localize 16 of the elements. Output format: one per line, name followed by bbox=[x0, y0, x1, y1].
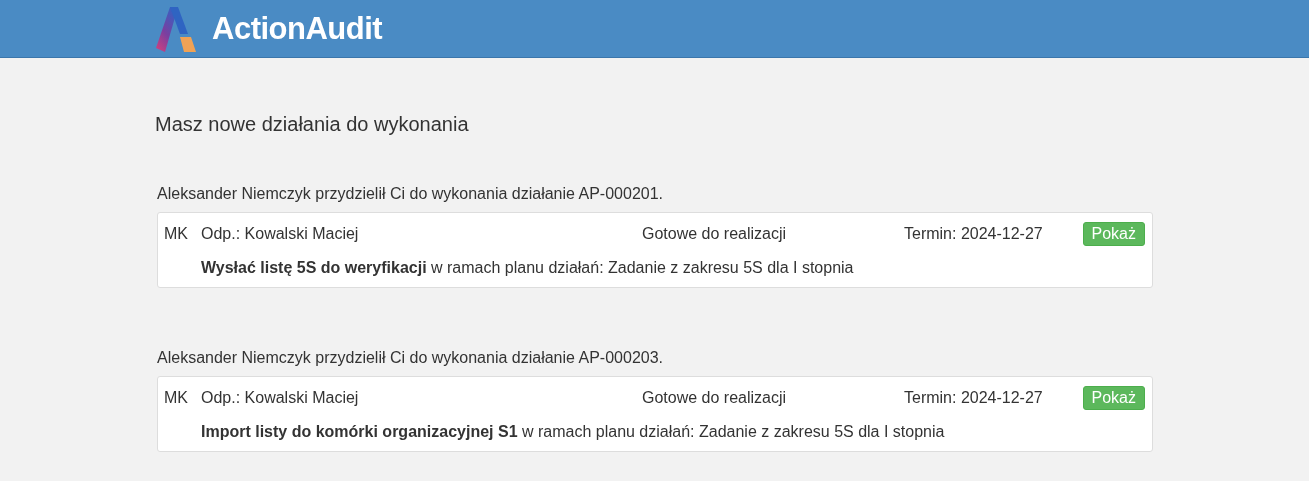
show-button[interactable]: Pokaż bbox=[1082, 222, 1145, 246]
action-description: Wysłać listę 5S do weryfikacji w ramach planu działań: Zadanie z zakresu 5S dla I stopnia bbox=[201, 258, 855, 278]
status-label: Gotowe do realizacji bbox=[642, 388, 788, 408]
status-label: Gotowe do realizacji bbox=[642, 224, 788, 244]
initials: MK bbox=[164, 224, 189, 244]
initials: MK bbox=[164, 388, 189, 408]
owner-label: Odp.: Kowalski Maciej bbox=[201, 224, 360, 244]
deadline-label: Termin: 2024-12-27 bbox=[904, 224, 1044, 244]
deadline-label: Termin: 2024-12-27 bbox=[904, 388, 1044, 408]
show-button[interactable]: Pokaż bbox=[1082, 386, 1145, 410]
notification-message: Aleksander Niemczyk przydzielił Ci do wykonania działanie AP-000201. bbox=[157, 184, 664, 204]
logo-text: ActionAudit bbox=[212, 10, 383, 47]
notification-message: Aleksander Niemczyk przydzielił Ci do wykonania działanie AP-000203. bbox=[157, 348, 664, 368]
owner-label: Odp.: Kowalski Maciej bbox=[201, 388, 360, 408]
page-heading: Masz nowe działania do wykonania bbox=[155, 112, 470, 136]
action-description: Import listy do komórki organizacyjnej S1 w ramach planu działań: Zadanie z zakresu 5S dla I stopnia bbox=[201, 422, 946, 442]
